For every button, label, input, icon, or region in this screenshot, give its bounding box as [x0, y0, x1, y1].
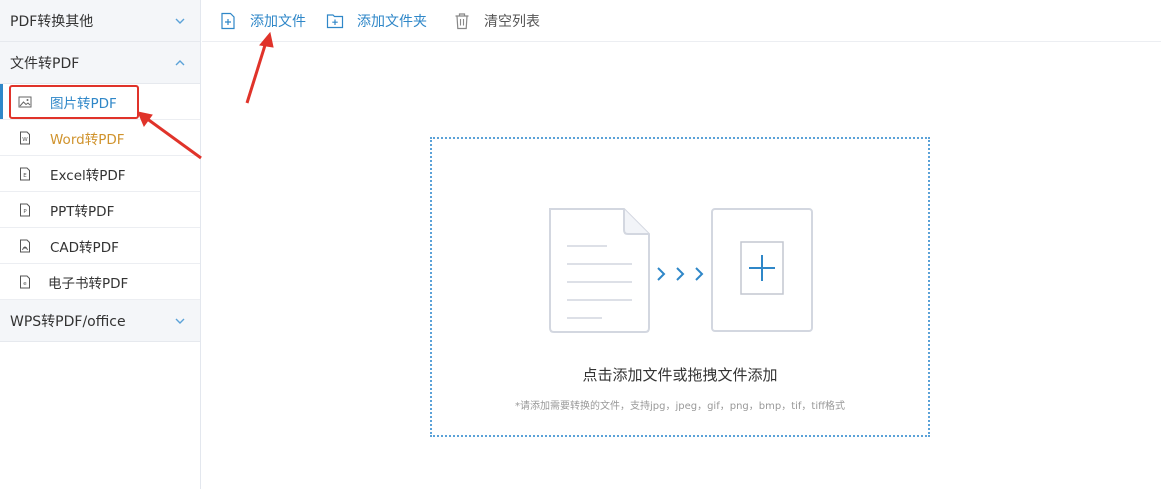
drop-illustration: [549, 208, 813, 333]
sidebar-group-pdf-to-other[interactable]: PDF转换其他: [0, 0, 200, 42]
trash-icon: [455, 12, 469, 29]
svg-text:P: P: [23, 209, 27, 215]
sidebar-item-ppt-to-pdf[interactable]: P PPT转PDF: [0, 192, 200, 228]
sidebar-item-cad-to-pdf[interactable]: CAD转PDF: [0, 228, 200, 264]
sidebar-item-ebook-to-pdf[interactable]: e 电子书转PDF: [0, 264, 200, 300]
sidebar-group-wps-to-pdf-office[interactable]: WPS转PDF/office: [0, 300, 200, 342]
sidebar-item-label: PPT转PDF: [50, 203, 115, 220]
sidebar-group-label: 文件转PDF: [10, 55, 80, 72]
excel-file-icon: E: [20, 167, 30, 180]
chevron-down-icon: [175, 318, 185, 324]
document-icon: [549, 208, 650, 333]
app-window: PDF转换其他 文件转PDF 图片转PDF W Word转PDF E Excel…: [0, 0, 1161, 489]
ebook-file-icon: e: [20, 275, 30, 288]
image-file-icon: [18, 96, 32, 107]
cad-file-icon: [20, 239, 30, 252]
toolbar: 添加文件 添加文件夹 清空列表: [202, 0, 1161, 42]
sidebar-item-label: CAD转PDF: [50, 239, 119, 256]
drop-zone-hint: *请添加需要转换的文件，支持jpg，jpeg，gif，png，bmp，tif，t…: [514, 401, 846, 412]
svg-text:E: E: [23, 173, 27, 179]
sidebar-group-label: WPS转PDF/office: [10, 313, 126, 330]
sidebar-item-word-to-pdf[interactable]: W Word转PDF: [0, 120, 200, 156]
drop-zone-title: 点击添加文件或拖拽文件添加: [582, 366, 778, 384]
sidebar-item-label: Word转PDF: [50, 131, 125, 148]
word-file-icon: W: [20, 131, 30, 144]
sidebar-item-label: 图片转PDF: [50, 95, 117, 112]
sidebar: PDF转换其他 文件转PDF 图片转PDF W Word转PDF E Excel…: [0, 0, 201, 489]
add-file-label: 添加文件: [250, 13, 306, 30]
add-box-icon: [711, 208, 813, 332]
add-folder-button[interactable]: 添加文件夹: [326, 11, 427, 31]
chevron-down-icon: [175, 18, 185, 24]
file-drop-zone[interactable]: 点击添加文件或拖拽文件添加 *请添加需要转换的文件，支持jpg，jpeg，gif…: [430, 137, 930, 437]
add-file-icon: [221, 12, 235, 29]
sidebar-item-excel-to-pdf[interactable]: E Excel转PDF: [0, 156, 200, 192]
clear-list-button[interactable]: 清空列表: [453, 11, 540, 31]
sidebar-item-image-to-pdf[interactable]: 图片转PDF: [0, 84, 200, 120]
sidebar-item-label: 电子书转PDF: [48, 275, 129, 292]
svg-text:e: e: [23, 281, 27, 287]
ppt-file-icon: P: [20, 203, 30, 216]
clear-list-label: 清空列表: [484, 13, 540, 30]
add-folder-icon: [326, 13, 344, 28]
arrow-chevrons-icon: [657, 267, 704, 281]
chevron-up-icon: [175, 59, 185, 65]
sidebar-group-file-to-pdf[interactable]: 文件转PDF: [0, 42, 200, 84]
svg-text:W: W: [22, 137, 28, 143]
add-file-button[interactable]: 添加文件: [219, 11, 306, 31]
sidebar-group-label: PDF转换其他: [10, 13, 94, 30]
sidebar-item-label: Excel转PDF: [50, 167, 126, 184]
annotation-arrow-to-add-file: [245, 31, 274, 104]
add-folder-label: 添加文件夹: [357, 13, 427, 30]
